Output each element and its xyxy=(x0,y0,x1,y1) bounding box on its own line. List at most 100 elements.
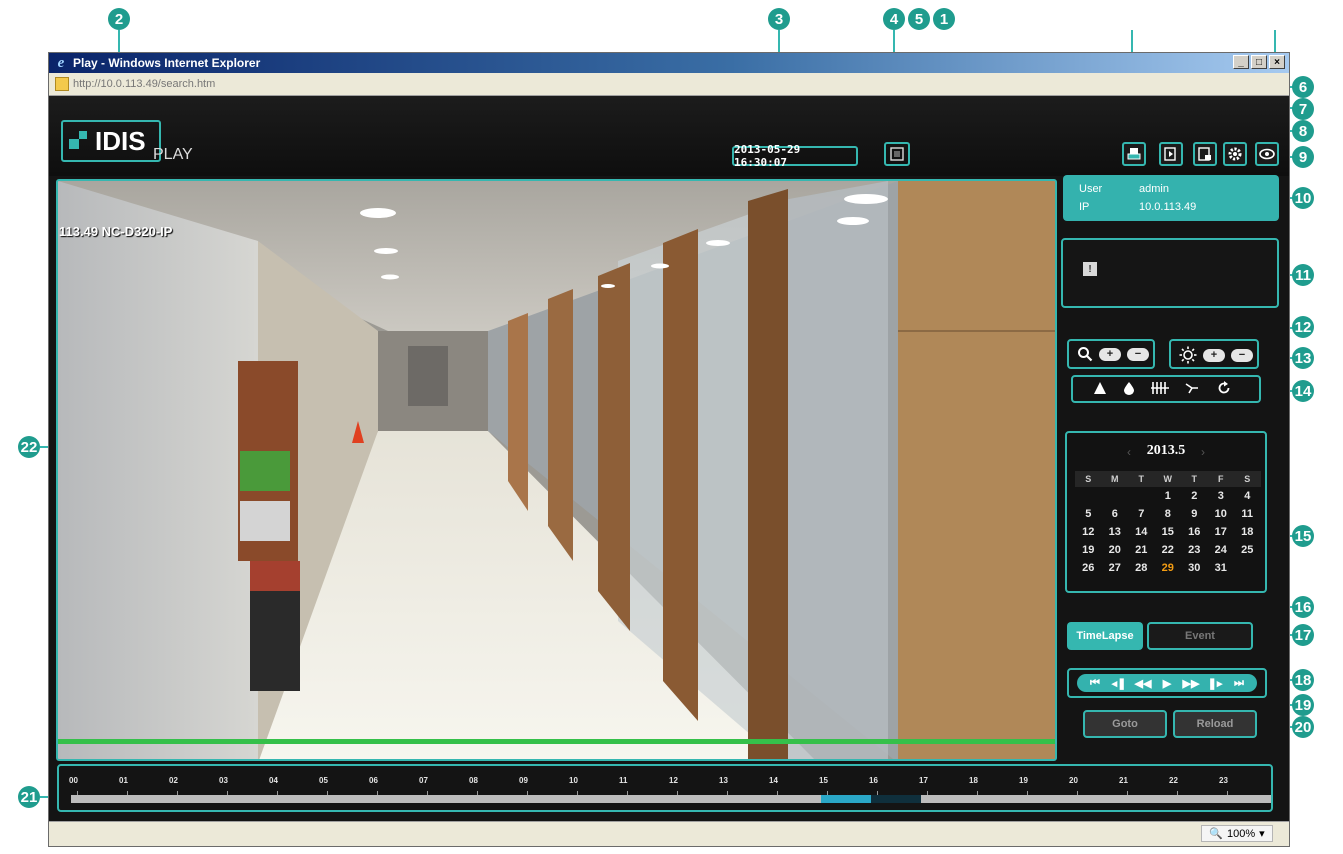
browser-titlebar[interactable]: e Play - Windows Internet Explorer _ □ × xyxy=(49,53,1289,73)
calendar-day[interactable]: 22 xyxy=(1155,544,1182,556)
calendar-day[interactable]: 27 xyxy=(1102,562,1129,574)
alarm-icon[interactable]: ! xyxy=(1083,262,1097,276)
rewind-icon[interactable]: ◀◀ xyxy=(1134,677,1152,690)
zoom-in-button[interactable]: + xyxy=(1099,347,1121,361)
maximize-button[interactable]: □ xyxy=(1251,55,1267,69)
weekday: M xyxy=(1111,474,1119,484)
timeline-tick xyxy=(577,791,578,795)
timeline-tick xyxy=(1077,791,1078,795)
calendar-day[interactable]: 3 xyxy=(1208,490,1235,502)
step-forward-icon[interactable]: ❚▸ xyxy=(1206,677,1224,690)
user-info-panel: User admin IP 10.0.113.49 xyxy=(1063,175,1279,221)
zoom-level-control[interactable]: 🔍 100% ▾ xyxy=(1201,825,1273,842)
calendar-day[interactable]: 15 xyxy=(1155,526,1182,538)
calendar-grid: S M T W T F S 1 2 3 4 5 6 7 8 9 10 11 12… xyxy=(1075,471,1261,577)
calendar-day[interactable]: 30 xyxy=(1181,562,1208,574)
calendar-day[interactable]: 16 xyxy=(1181,526,1208,538)
fullscreen-button[interactable] xyxy=(884,142,910,166)
calendar-day[interactable]: 17 xyxy=(1208,526,1235,538)
goto-button[interactable]: Goto xyxy=(1083,710,1167,738)
brightness-icon xyxy=(1179,346,1197,364)
reload-button[interactable]: Reload xyxy=(1173,710,1257,738)
weekday: T xyxy=(1191,474,1198,484)
calendar-day[interactable]: 9 xyxy=(1181,508,1208,520)
calendar-day[interactable]: 5 xyxy=(1075,508,1102,520)
calendar-day[interactable]: 8 xyxy=(1155,508,1182,520)
minimize-button[interactable]: _ xyxy=(1233,55,1249,69)
calendar-day[interactable]: 2 xyxy=(1181,490,1208,502)
calendar-day[interactable]: 13 xyxy=(1102,526,1129,538)
brightness-down-button[interactable]: − xyxy=(1231,348,1253,362)
address-url[interactable]: http://10.0.113.49/search.htm xyxy=(73,78,215,90)
timeline-tick xyxy=(127,791,128,795)
tab-timelapse[interactable]: TimeLapse xyxy=(1067,622,1143,650)
sharpness-icon[interactable] xyxy=(1151,381,1169,395)
calendar-day[interactable]: 11 xyxy=(1234,508,1261,520)
calendar-day[interactable]: 4 xyxy=(1234,490,1261,502)
calendar-day[interactable]: 19 xyxy=(1075,544,1102,556)
timeline-tick xyxy=(477,791,478,795)
camera-image xyxy=(58,181,1055,759)
timeline-recorded-segment[interactable] xyxy=(821,795,871,803)
timeline-track[interactable] xyxy=(71,791,1271,803)
calendar-day[interactable]: 25 xyxy=(1234,544,1261,556)
calendar-day[interactable]: 18 xyxy=(1234,526,1261,538)
calendar-day[interactable]: 26 xyxy=(1075,562,1102,574)
snapshot-button[interactable] xyxy=(1193,142,1217,166)
tab-event[interactable]: Event xyxy=(1147,622,1253,650)
zoom-out-button[interactable]: − xyxy=(1127,347,1149,361)
save-clip-button[interactable] xyxy=(1122,142,1146,166)
callout-18: 18 xyxy=(1292,669,1314,691)
calendar-day[interactable]: 24 xyxy=(1208,544,1235,556)
timeline-hours: 00 01 02 03 04 05 06 07 08 09 10 11 12 13 14 15 16 17 18 19… xyxy=(69,776,1269,790)
contrast-icon[interactable] xyxy=(1093,381,1107,395)
timeline-hour-label: 14 xyxy=(769,776,778,785)
first-frame-icon[interactable]: ⏮ xyxy=(1086,677,1104,690)
timeline-tick xyxy=(927,791,928,795)
close-button[interactable]: × xyxy=(1269,55,1285,69)
calendar-day[interactable]: 1 xyxy=(1155,490,1182,502)
deinterlace-icon[interactable] xyxy=(1185,381,1201,395)
calendar-day[interactable]: 20 xyxy=(1102,544,1129,556)
callout-3: 3 xyxy=(768,8,790,30)
callout-2: 2 xyxy=(108,8,130,30)
callout-1: 1 xyxy=(933,8,955,30)
settings-button[interactable] xyxy=(1223,142,1247,166)
calendar-day[interactable]: 28 xyxy=(1128,562,1155,574)
calendar-day[interactable]: 12 xyxy=(1075,526,1102,538)
last-frame-icon[interactable]: ⏭ xyxy=(1230,677,1248,690)
callout-12: 12 xyxy=(1292,316,1314,338)
calendar-next-button[interactable]: › xyxy=(1201,445,1205,459)
calendar-day[interactable]: 23 xyxy=(1181,544,1208,556)
fast-forward-icon[interactable]: ▶▶ xyxy=(1182,677,1200,690)
calendar-day[interactable]: 10 xyxy=(1208,508,1235,520)
calendar-day[interactable]: 31 xyxy=(1208,562,1235,574)
reset-icon[interactable] xyxy=(1217,381,1231,395)
play-icon[interactable]: ▶ xyxy=(1158,677,1176,690)
timeline-hour-label: 06 xyxy=(369,776,378,785)
printer-icon xyxy=(1127,148,1141,160)
video-view[interactable] xyxy=(56,179,1057,761)
calendar-day[interactable]: 21 xyxy=(1128,544,1155,556)
magnifier-icon xyxy=(1078,347,1093,362)
export-icon xyxy=(1164,147,1176,161)
callout-22: 22 xyxy=(18,436,40,458)
calendar-day-selected[interactable]: 29 xyxy=(1155,562,1182,574)
saturation-icon[interactable] xyxy=(1123,381,1135,395)
step-back-icon[interactable]: ◂❚ xyxy=(1110,677,1128,690)
address-bar[interactable]: http://10.0.113.49/search.htm xyxy=(49,73,1289,96)
timeline[interactable]: 00 01 02 03 04 05 06 07 08 09 10 11 12 13 14 15 16 17 18 19… xyxy=(57,764,1273,812)
live-view-button[interactable] xyxy=(1255,142,1279,166)
current-datetime: 2013-05-29 16:30:07 xyxy=(732,143,858,169)
brightness-up-button[interactable]: + xyxy=(1203,348,1225,362)
calendar-day[interactable]: 6 xyxy=(1102,508,1129,520)
timeline-tick xyxy=(1177,791,1178,795)
timeline-recorded-segment[interactable] xyxy=(871,795,921,803)
timeline-tick xyxy=(177,791,178,795)
calendar-day[interactable]: 7 xyxy=(1128,508,1155,520)
export-button[interactable] xyxy=(1159,142,1183,166)
user-label: User xyxy=(1079,183,1103,195)
timeline-hour-label: 10 xyxy=(569,776,578,785)
zoom-magnifier-icon: 🔍 xyxy=(1209,828,1224,840)
calendar-day[interactable]: 14 xyxy=(1128,526,1155,538)
